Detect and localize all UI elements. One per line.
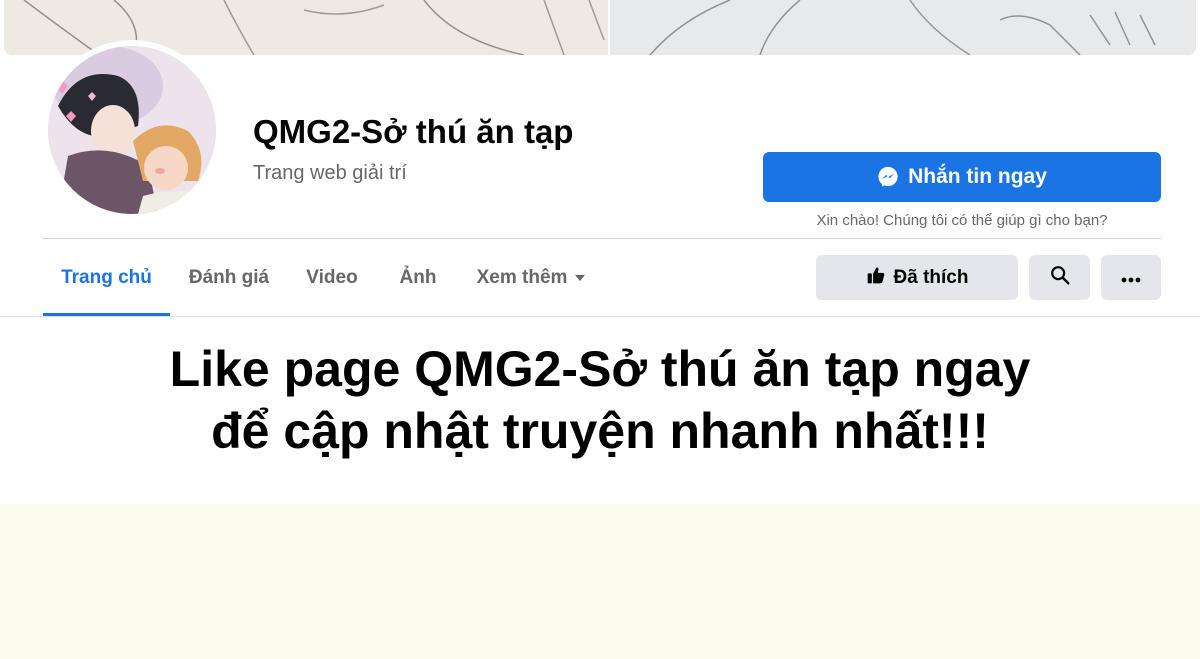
promo-text: Like page QMG2-Sở thú ăn tạp ngay để cập… — [0, 338, 1200, 462]
tab-see-more-label: Xem thêm — [476, 267, 568, 288]
send-message-button[interactable]: Nhắn tin ngay — [763, 152, 1161, 202]
liked-label: Đã thích — [893, 266, 969, 288]
tab-photos[interactable]: Ảnh — [385, 240, 451, 316]
tab-home[interactable]: Trang chủ — [43, 240, 170, 316]
tab-reviews-label: Đánh giá — [188, 267, 270, 288]
messenger-icon — [877, 166, 899, 188]
thumbs-up-icon — [866, 265, 886, 291]
tab-reviews[interactable]: Đánh giá — [175, 240, 283, 316]
cover-image — [4, 0, 1196, 55]
greeting-text: Xin chào! Chúng tôi có thể giúp gì cho b… — [816, 212, 1108, 229]
more-options-button[interactable] — [1101, 255, 1161, 300]
cream-background-area — [0, 504, 1200, 659]
page-category: Trang web giải trí — [253, 162, 407, 184]
more-icon — [1121, 267, 1141, 289]
liked-button[interactable]: Đã thích — [816, 255, 1018, 300]
send-message-label: Nhắn tin ngay — [908, 165, 1047, 188]
tab-home-label: Trang chủ — [61, 267, 152, 288]
search-icon — [1049, 264, 1071, 292]
promo-line-2: để cập nhật truyện nhanh nhất!!! — [211, 403, 989, 459]
tab-videos[interactable]: Video — [295, 240, 369, 316]
tab-see-more[interactable]: Xem thêm — [463, 240, 599, 316]
promo-line-1: Like page QMG2-Sở thú ăn tạp ngay — [169, 341, 1031, 397]
page-avatar[interactable] — [42, 40, 222, 220]
search-button[interactable] — [1029, 255, 1090, 300]
tab-photos-label: Ảnh — [399, 267, 437, 288]
avatar-image — [48, 46, 216, 214]
tabs-bottom-border — [0, 316, 1200, 317]
chevron-down-icon — [575, 275, 586, 281]
cover-panel-right — [610, 0, 1196, 55]
page-title[interactable]: QMG2-Sở thú ăn tạp — [253, 113, 573, 151]
header-divider — [43, 238, 1161, 239]
cover-photo[interactable] — [0, 0, 1200, 57]
tab-videos-label: Video — [306, 267, 358, 288]
